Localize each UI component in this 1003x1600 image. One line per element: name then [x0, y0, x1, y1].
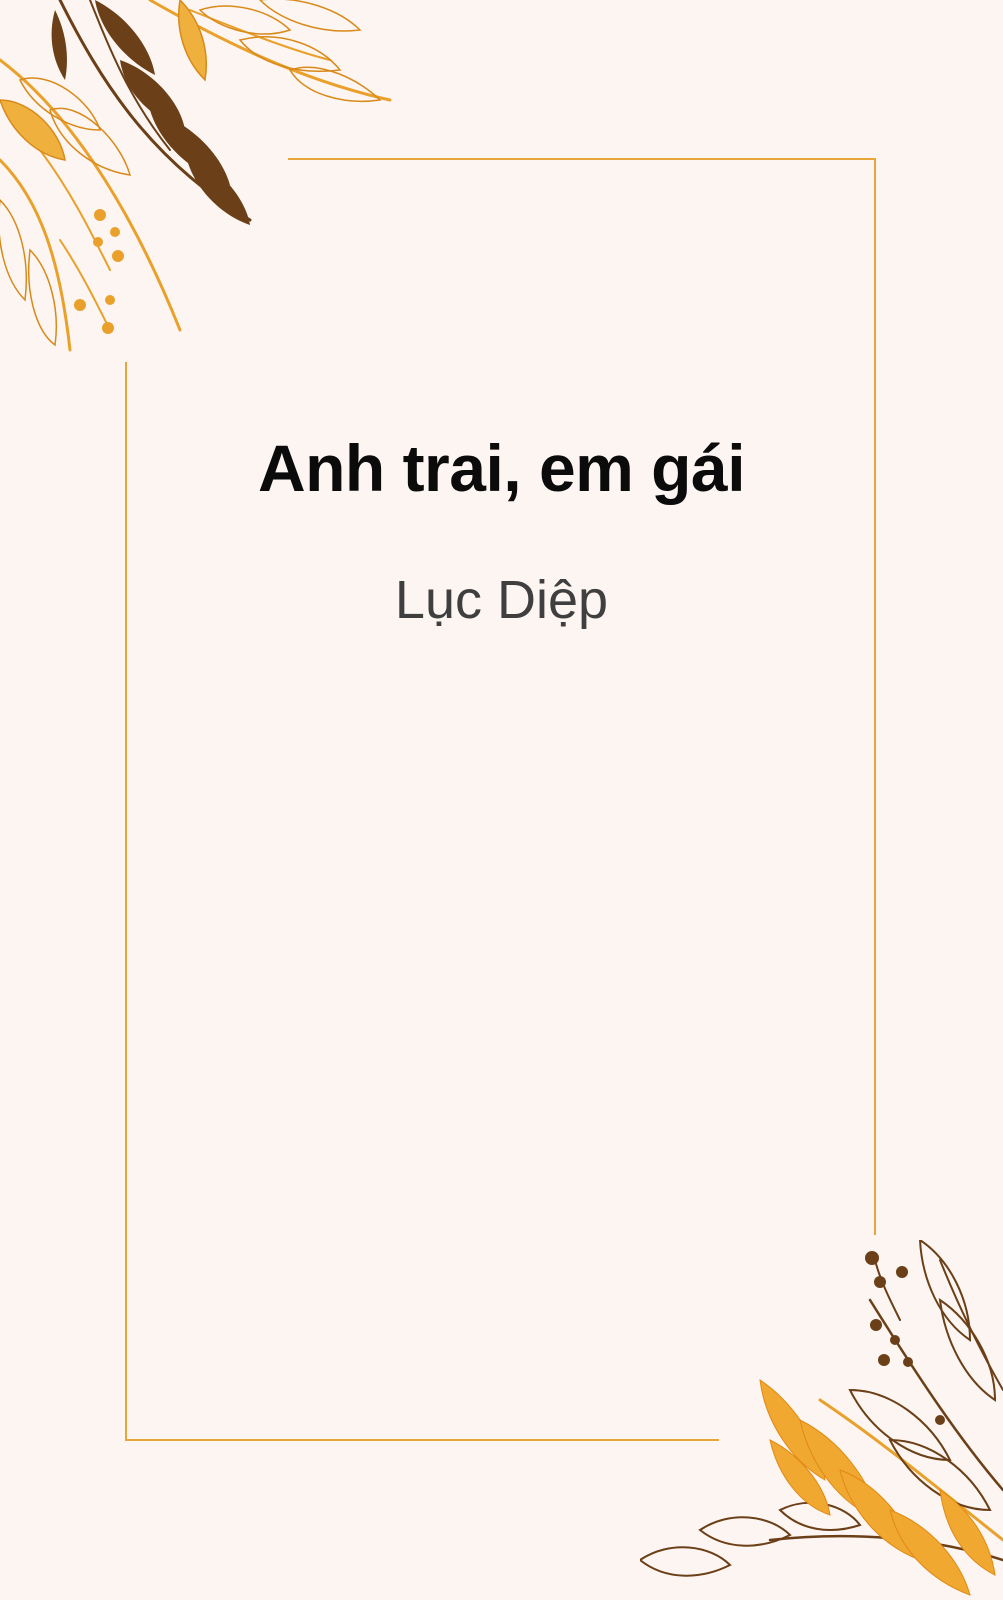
frame-line-right	[874, 158, 876, 1235]
leaf-branch-bottom-right-icon	[640, 1240, 1003, 1596]
book-cover: Anh trai, em gái Lục Diệp	[0, 0, 1003, 1600]
book-author: Lục Diệp	[394, 570, 609, 630]
book-title: Anh trai, em gái	[257, 431, 746, 505]
frame-line-bottom	[125, 1439, 719, 1441]
leaf-branch-top-left-icon	[0, 0, 392, 352]
frame-line-left	[125, 362, 127, 1441]
